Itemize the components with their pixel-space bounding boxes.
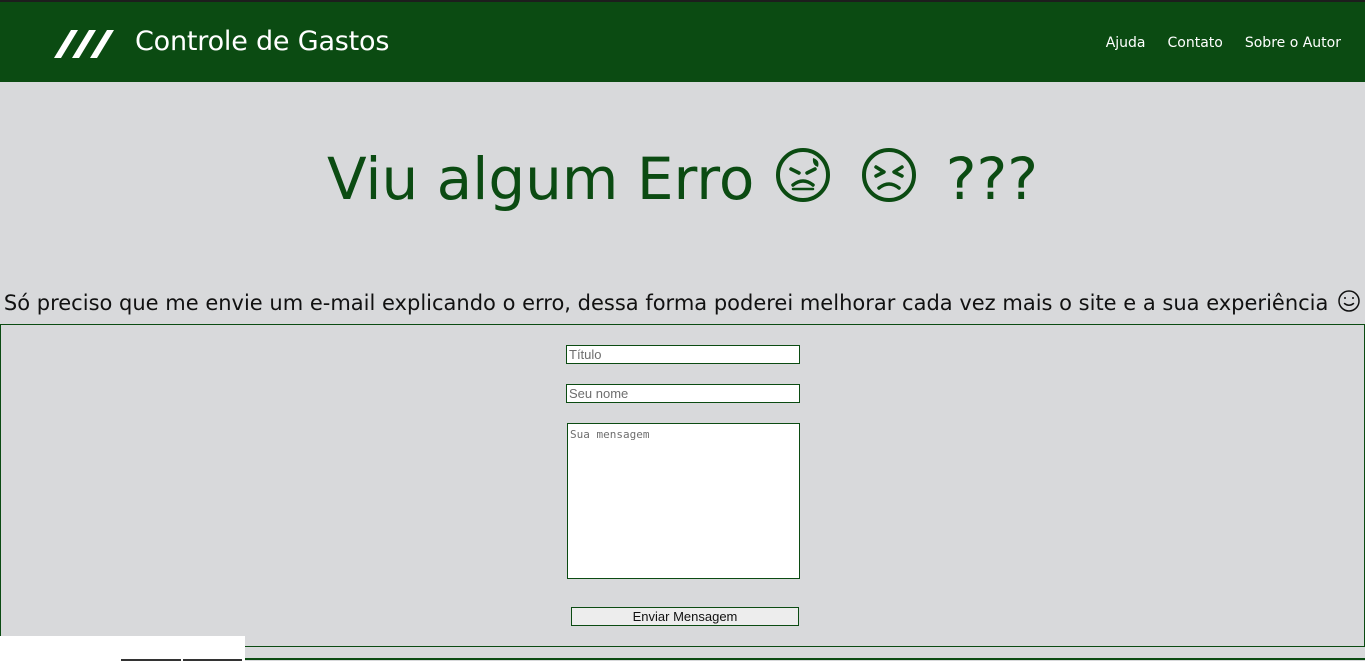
sad-squint-face-icon bbox=[862, 148, 917, 202]
top-nav: Ajuda Contato Sobre o Autor bbox=[1106, 33, 1341, 53]
nav-sobre-autor-link[interactable]: Sobre o Autor bbox=[1245, 33, 1341, 53]
send-message-button[interactable]: Enviar Mensagem bbox=[571, 607, 799, 626]
app-brand-title: Controle de Gastos bbox=[135, 26, 390, 57]
bottom-white-panel bbox=[0, 636, 245, 661]
nav-ajuda-link[interactable]: Ajuda bbox=[1106, 33, 1146, 53]
page-title: Viu algum Erro ??? bbox=[0, 142, 1365, 216]
sweating-face-icon bbox=[775, 148, 830, 202]
name-input[interactable] bbox=[566, 384, 800, 403]
message-textarea[interactable] bbox=[567, 423, 800, 579]
title-input[interactable] bbox=[566, 345, 800, 364]
smile-icon bbox=[1338, 290, 1360, 312]
page-subtitle: Só preciso que me envie um e-mail explic… bbox=[0, 288, 1365, 318]
page-title-suffix: ??? bbox=[945, 145, 1039, 213]
page-title-text: Viu algum Erro bbox=[326, 145, 755, 213]
bottom-divider bbox=[245, 658, 1365, 660]
stripes-logo-icon bbox=[54, 30, 114, 58]
subtitle-text: Só preciso que me envie um e-mail explic… bbox=[3, 291, 1329, 315]
nav-contato-link[interactable]: Contato bbox=[1168, 33, 1223, 53]
top-navigation-bar: Controle de Gastos Ajuda Contato Sobre o… bbox=[0, 0, 1365, 82]
